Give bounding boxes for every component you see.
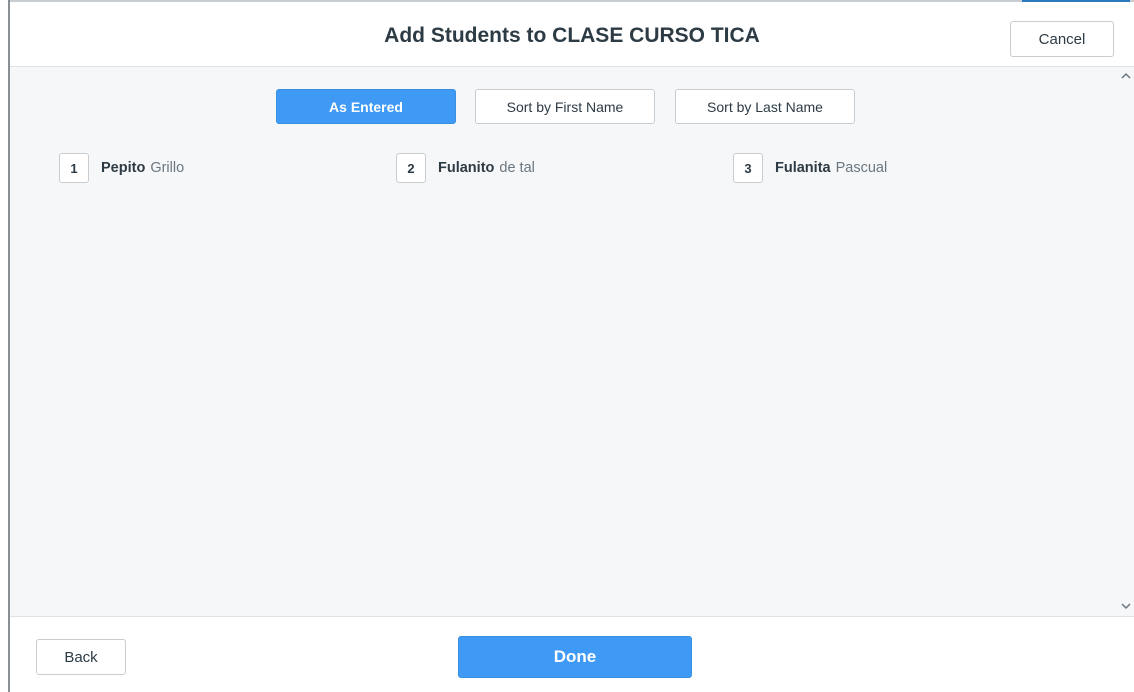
chevron-down-icon[interactable]	[1120, 600, 1132, 612]
sort-by-first-name-button[interactable]: Sort by First Name	[475, 89, 655, 124]
student-list-panel: As Entered Sort by First Name Sort by La…	[10, 67, 1134, 617]
student-last-name: Grillo	[150, 160, 185, 176]
done-button[interactable]: Done	[458, 636, 692, 678]
student-number-badge: 2	[396, 153, 426, 183]
student-first-name: Fulanita	[775, 160, 831, 176]
sort-by-last-name-button[interactable]: Sort by Last Name	[675, 89, 855, 124]
cancel-button[interactable]: Cancel	[1010, 21, 1114, 57]
student-item: 1 Pepito Grillo	[59, 152, 184, 184]
scrollbar[interactable]	[1118, 67, 1134, 616]
sort-as-entered-button[interactable]: As Entered	[276, 89, 456, 124]
student-item: 2 Fulanito de tal	[396, 152, 535, 184]
student-last-name: Pascual	[835, 160, 888, 176]
add-students-modal: Add Students to CLASE CURSO TICA Cancel …	[10, 2, 1134, 692]
modal-title: Add Students to CLASE CURSO TICA	[384, 24, 760, 47]
student-last-name: de tal	[499, 160, 535, 176]
chevron-up-icon[interactable]	[1120, 70, 1132, 82]
student-number-badge: 3	[733, 153, 763, 183]
student-number-badge: 1	[59, 153, 89, 183]
student-first-name: Fulanito	[438, 160, 495, 176]
back-button[interactable]: Back	[36, 639, 126, 675]
modal-header: Add Students to CLASE CURSO TICA Cancel	[10, 2, 1134, 67]
student-first-name: Pepito	[101, 160, 146, 176]
student-item: 3 Fulanita Pascual	[733, 152, 887, 184]
